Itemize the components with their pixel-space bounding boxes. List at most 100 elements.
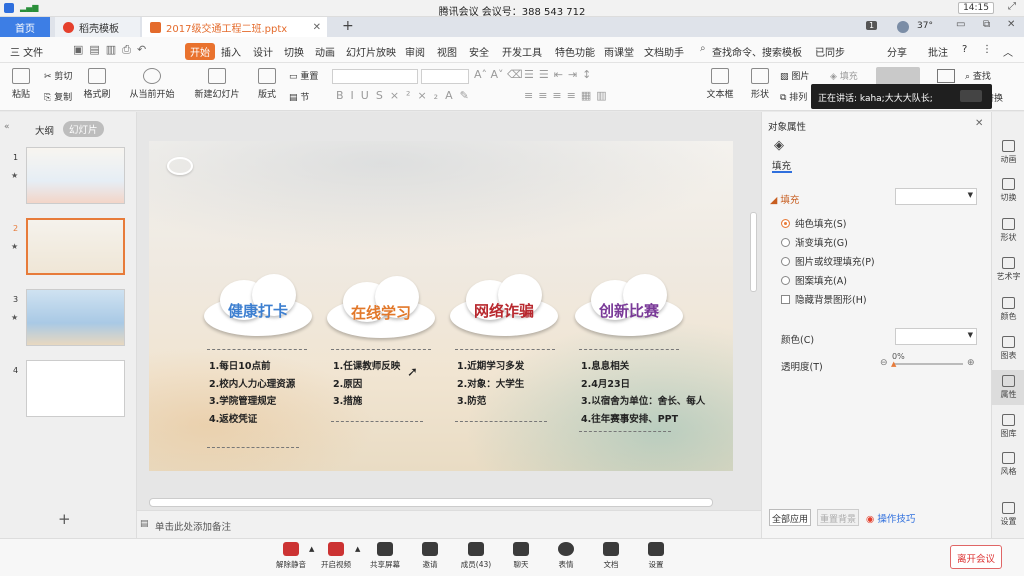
menu-insert[interactable]: 插入 [221,44,241,59]
gradient-fill-option[interactable]: 渐变填充(G) [781,235,848,249]
layout-button[interactable]: 版式 [252,68,282,100]
sidebar-item-chart[interactable]: 图表 [992,336,1024,361]
invite-button[interactable]: 邀请 [416,542,444,570]
close-panel-icon[interactable]: ✕ [975,118,983,129]
sidebar-item-shape[interactable]: 形状 [992,218,1024,243]
tips-link[interactable]: ◉ 操作技巧 [866,511,915,525]
menu-start[interactable]: 开始 [185,43,215,60]
comment-button[interactable]: 批注 [928,44,948,59]
menu-review[interactable]: 审阅 [405,44,425,59]
play-from-current-button[interactable]: 从当前开始 [124,68,180,100]
grow-font-icon[interactable]: A˄ A˅ ⌫ [474,68,523,81]
outline-tab[interactable]: 大纲 [35,123,54,137]
slide-thumbnail-4[interactable] [26,360,125,417]
meeting-settings-button[interactable]: 设置 [642,542,670,570]
add-slide-icon[interactable]: + [58,510,71,528]
share-button[interactable]: 分享 [887,44,907,59]
fill-section-header[interactable]: ◢ 填充 [770,192,799,206]
hide-background-checkbox[interactable]: 隐藏背景图形(H) [781,292,867,306]
members-button[interactable]: 成员(43) [458,542,494,570]
reset-background-button[interactable]: 重置背景 [817,509,859,526]
share-screen-button[interactable]: 共享屏幕 [367,542,403,570]
format-painter-button[interactable]: 格式刷 [82,68,112,100]
command-search[interactable]: 查找命令、搜索模板 [712,44,802,59]
menu-view[interactable]: 视图 [437,44,457,59]
paste-button[interactable]: 粘贴 [7,68,35,100]
sidebar-item-properties[interactable]: 属性 [992,370,1024,405]
menu-design[interactable]: 设计 [253,44,273,59]
align-icons[interactable]: ≡≡≡≡▦▥ [524,89,612,102]
decrease-icon[interactable]: ⊖ [880,358,888,368]
documents-button[interactable]: 文档 [597,542,625,570]
chevron-up-icon[interactable]: ▲ [355,545,360,553]
close-tab-icon[interactable]: ✕ [313,22,321,33]
collapse-panel-icon[interactable]: « [4,122,10,132]
unmute-button[interactable]: 解除静音 [274,542,308,570]
paragraph-icons[interactable]: ☰☰⇤⇥↕ [524,68,596,81]
tab-active-document[interactable]: 2017级交通工程二班.pptx ✕ [142,17,327,37]
reactions-button[interactable]: 表情 [552,542,580,570]
fill-tab[interactable]: 填充 [772,158,791,172]
menu-slideshow[interactable]: 幻灯片放映 [346,44,396,59]
sidebar-item-transition[interactable]: 切换 [992,178,1024,203]
menu-animation[interactable]: 动画 [315,44,335,59]
reset-button[interactable]: ▭ 重置 [289,69,318,82]
help-icon[interactable]: ? [962,44,967,55]
file-menu[interactable]: 三 文件 [10,44,43,59]
cut-button[interactable]: ✂ 剪切 [44,69,72,82]
leave-meeting-button[interactable]: 离开会议 [950,545,1002,569]
vertical-scrollbar[interactable] [750,212,757,292]
menu-developer[interactable]: 开发工具 [502,44,542,59]
tab-docer-templates[interactable]: 稻壳模板 [55,17,140,37]
pattern-fill-option[interactable]: 图案填充(A) [781,273,847,287]
textbox-button[interactable]: 文本框 [704,68,736,100]
arrange-button[interactable]: ⧉ 排列 [780,90,807,103]
text-style-icons[interactable]: BIUS×²×₂A✎ [336,89,476,102]
find-button[interactable]: ⌕ 查找 [965,69,991,82]
shape-button[interactable]: 形状 [744,68,776,100]
tab-home[interactable]: 首页 [0,17,50,37]
menu-doc-assistant[interactable]: 文档助手 [644,44,684,59]
slider-handle[interactable]: ▲ [891,360,896,368]
font-size-select[interactable] [421,69,469,84]
sidebar-item-wordart[interactable]: 艺术字 [992,257,1024,282]
sidebar-item-settings[interactable]: 设置 [992,502,1024,527]
start-video-button[interactable]: 开启视频 [318,542,354,570]
slide-thumbnail-3[interactable] [26,289,125,346]
sidebar-item-color[interactable]: 颜色 [992,297,1024,322]
fullscreen-icon[interactable]: ⤢ [1008,1,1016,12]
section-button[interactable]: ▤ 节 [289,90,309,103]
picture-fill-option[interactable]: 图片或纹理填充(P) [781,254,875,268]
new-slide-button[interactable]: 新建幻灯片 [192,68,242,100]
picture-button[interactable]: ▧ 图片 [780,69,809,82]
new-tab-icon[interactable]: + [342,18,354,34]
menu-security[interactable]: 安全 [469,44,489,59]
menu-features[interactable]: 特色功能 [555,44,595,59]
chevron-up-icon[interactable]: ▲ [309,545,314,553]
more-icon[interactable]: ⋮ [982,44,992,55]
slide-thumbnail-2[interactable] [26,218,125,275]
apply-all-button[interactable]: 全部应用 [769,509,811,526]
solid-fill-option[interactable]: 纯色填充(S) [781,216,846,230]
collapse-ribbon-icon[interactable]: ︿ [1003,44,1013,59]
slides-tab[interactable]: 幻灯片 [63,121,104,137]
menu-transition[interactable]: 切换 [284,44,304,59]
quick-access-icons[interactable]: ▣▤▥⎙↶ [73,43,152,57]
slide-thumbnail-1[interactable] [26,147,125,204]
close-window-icon[interactable]: ✕ [1007,19,1015,30]
slide-canvas[interactable]: 健康打卡 在线学习 网络诈骗 创新比赛 1.每日10点前 2.校内人力心理资源 … [149,141,733,471]
notes-bar[interactable]: ▤ 单击此处添加备注 [137,510,761,538]
fill-type-select[interactable]: ▼ [895,188,977,205]
maximize-icon[interactable]: ⧉ [983,19,990,30]
slide-icon[interactable] [937,69,955,83]
sidebar-item-style[interactable]: 风格 [992,452,1024,477]
chat-button[interactable]: 聊天 [507,542,535,570]
sidebar-item-gallery[interactable]: 图库 [992,414,1024,439]
avatar[interactable] [897,21,909,33]
copy-button[interactable]: ⎘ 复制 [44,90,72,103]
restore-icon[interactable]: ▭ [956,19,965,30]
sync-status[interactable]: 已同步 [815,44,845,59]
color-select[interactable]: ▼ [895,328,977,345]
increase-icon[interactable]: ⊕ [967,358,975,368]
font-name-select[interactable] [332,69,418,84]
